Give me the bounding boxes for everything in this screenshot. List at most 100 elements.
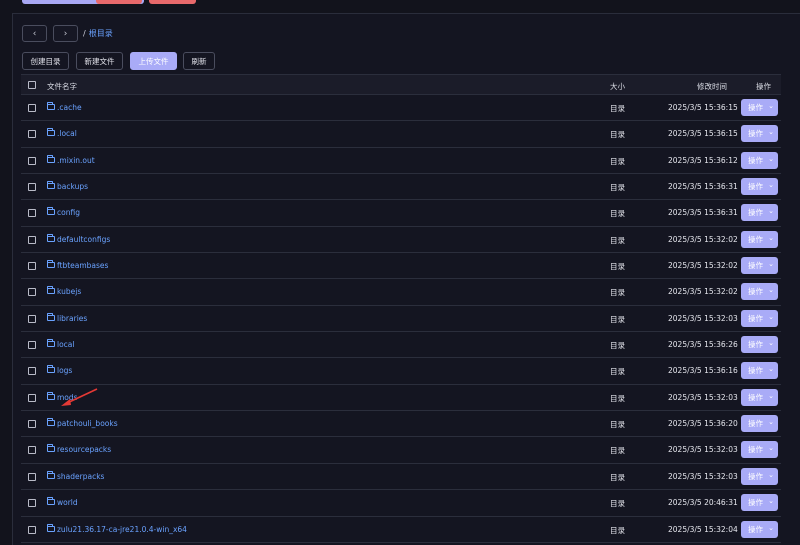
operations-dropdown-button[interactable]: 操作 ⌄ <box>741 388 778 406</box>
operations-dropdown-button[interactable]: 操作 ⌄ <box>741 362 778 380</box>
operations-dropdown-button[interactable]: 操作 ⌄ <box>741 178 778 196</box>
file-modified-time: 2025/3/5 15:32:03 <box>668 445 738 455</box>
file-name-link[interactable]: config <box>57 208 80 217</box>
file-name-link[interactable]: patchouli_books <box>57 419 118 428</box>
row-checkbox[interactable] <box>28 525 36 534</box>
operations-label: 操作 <box>748 471 763 481</box>
chevron-down-icon: ⌄ <box>768 339 774 348</box>
table-row: libraries 目录 2025/3/5 15:32:03 操作 ⌄ <box>21 306 781 333</box>
row-checkbox[interactable] <box>28 183 36 192</box>
file-size: 目录 <box>610 499 625 509</box>
row-checkbox[interactable] <box>28 393 36 402</box>
table-body: .cache 目录 2025/3/5 15:36:15 操作 ⌄ .local … <box>21 95 781 543</box>
folder-icon <box>47 365 55 374</box>
chevron-down-icon: ⌄ <box>768 233 774 242</box>
row-checkbox[interactable] <box>28 156 36 165</box>
operations-dropdown-button[interactable]: 操作 ⌄ <box>741 520 778 538</box>
row-checkbox[interactable] <box>28 209 36 218</box>
chevron-down-icon: ⌄ <box>768 523 774 532</box>
file-modified-time: 2025/3/5 15:32:04 <box>668 524 738 534</box>
row-checkbox[interactable] <box>28 314 36 323</box>
operations-dropdown-button[interactable]: 操作 ⌄ <box>741 467 778 485</box>
row-checkbox[interactable] <box>28 420 36 429</box>
operations-label: 操作 <box>748 234 763 244</box>
file-name-link[interactable]: .local <box>57 129 77 138</box>
operations-label: 操作 <box>748 129 763 139</box>
file-name-link[interactable]: backups <box>57 182 88 191</box>
operations-dropdown-button[interactable]: 操作 ⌄ <box>741 257 778 275</box>
operations-label: 操作 <box>748 498 763 508</box>
operations-dropdown-button[interactable]: 操作 ⌄ <box>741 415 778 433</box>
operations-dropdown-button[interactable]: 操作 ⌄ <box>741 99 778 116</box>
chevron-down-icon: ⌄ <box>768 181 774 190</box>
file-name-link[interactable]: .cache <box>57 103 82 112</box>
row-checkbox[interactable] <box>28 288 36 297</box>
file-size: 目录 <box>610 314 625 324</box>
file-name-link[interactable]: resourcepacks <box>57 445 111 454</box>
file-size: 目录 <box>610 525 625 535</box>
file-modified-time: 2025/3/5 15:36:31 <box>668 182 738 192</box>
file-name-link[interactable]: zulu21.36.17-ca-jre21.0.4-win_x64 <box>57 525 187 534</box>
operations-dropdown-button[interactable]: 操作 ⌄ <box>741 204 778 222</box>
file-name-link[interactable]: local <box>57 340 74 349</box>
file-size: 目录 <box>610 156 625 166</box>
file-name-link[interactable]: libraries <box>57 314 87 323</box>
top-danger-button-2[interactable] <box>149 0 196 4</box>
chevron-down-icon: ⌄ <box>768 102 774 110</box>
operations-dropdown-button[interactable]: 操作 ⌄ <box>741 441 778 459</box>
refresh-button[interactable]: 刷新 <box>183 52 215 70</box>
operations-label: 操作 <box>748 524 763 534</box>
row-checkbox[interactable] <box>28 367 36 376</box>
select-all-checkbox[interactable] <box>28 81 36 89</box>
forward-button[interactable]: › <box>53 25 78 42</box>
row-checkbox[interactable] <box>28 472 36 481</box>
row-checkbox[interactable] <box>28 499 36 508</box>
create-directory-button[interactable]: 创建目录 <box>22 52 69 70</box>
chevron-down-icon: ⌄ <box>768 207 774 216</box>
file-size: 目录 <box>610 341 625 351</box>
row-checkbox[interactable] <box>28 104 36 112</box>
red-arrow-annotation <box>61 388 98 406</box>
file-name-link[interactable]: kubejs <box>57 287 81 296</box>
header-modified: 修改时间 <box>697 82 727 91</box>
file-table: 文件名字 大小 修改时间 操作 .cache 目录 2025/3/5 15:36… <box>21 74 781 543</box>
file-name-link[interactable]: world <box>57 498 78 507</box>
operations-dropdown-button[interactable]: 操作 ⌄ <box>741 309 778 327</box>
operations-dropdown-button[interactable]: 操作 ⌄ <box>741 283 778 301</box>
back-button[interactable]: ‹ <box>22 25 47 42</box>
chevron-down-icon: ⌄ <box>768 418 774 427</box>
row-checkbox[interactable] <box>28 341 36 350</box>
chevron-down-icon: ⌄ <box>768 128 774 137</box>
operations-dropdown-button[interactable]: 操作 ⌄ <box>741 336 778 354</box>
operations-label: 操作 <box>748 313 763 323</box>
chevron-down-icon: ⌄ <box>768 312 774 321</box>
operations-label: 操作 <box>748 182 763 192</box>
folder-icon <box>47 339 55 348</box>
row-checkbox[interactable] <box>28 130 36 139</box>
file-name-link[interactable]: defaultconfigs <box>57 235 110 244</box>
folder-icon <box>47 391 55 400</box>
table-row: config 目录 2025/3/5 15:36:31 操作 ⌄ <box>21 200 781 227</box>
file-size: 目录 <box>610 393 625 403</box>
top-danger-button-1[interactable] <box>96 0 142 4</box>
file-name-link[interactable]: .mixin.out <box>57 156 95 165</box>
row-checkbox[interactable] <box>28 262 36 271</box>
table-row: .cache 目录 2025/3/5 15:36:15 操作 ⌄ <box>21 95 781 122</box>
row-checkbox[interactable] <box>28 235 36 244</box>
file-name-link[interactable]: logs <box>57 366 72 375</box>
file-name-link[interactable]: shaderpacks <box>57 472 104 481</box>
file-name-link[interactable]: ftbteambases <box>57 261 108 270</box>
operations-dropdown-button[interactable]: 操作 ⌄ <box>741 230 778 248</box>
file-modified-time: 2025/3/5 15:36:16 <box>668 366 738 376</box>
folder-icon <box>47 102 55 110</box>
row-checkbox[interactable] <box>28 446 36 455</box>
breadcrumb-root-link[interactable]: 根目录 <box>89 29 113 38</box>
file-size: 目录 <box>610 420 625 430</box>
file-size: 目录 <box>610 183 625 193</box>
table-row: .local 目录 2025/3/5 15:36:15 操作 ⌄ <box>21 121 781 148</box>
operations-dropdown-button[interactable]: 操作 ⌄ <box>741 151 778 169</box>
operations-dropdown-button[interactable]: 操作 ⌄ <box>741 494 778 512</box>
operations-dropdown-button[interactable]: 操作 ⌄ <box>741 125 778 143</box>
new-file-button[interactable]: 新建文件 <box>76 52 123 70</box>
upload-file-button[interactable]: 上传文件 <box>130 52 177 70</box>
